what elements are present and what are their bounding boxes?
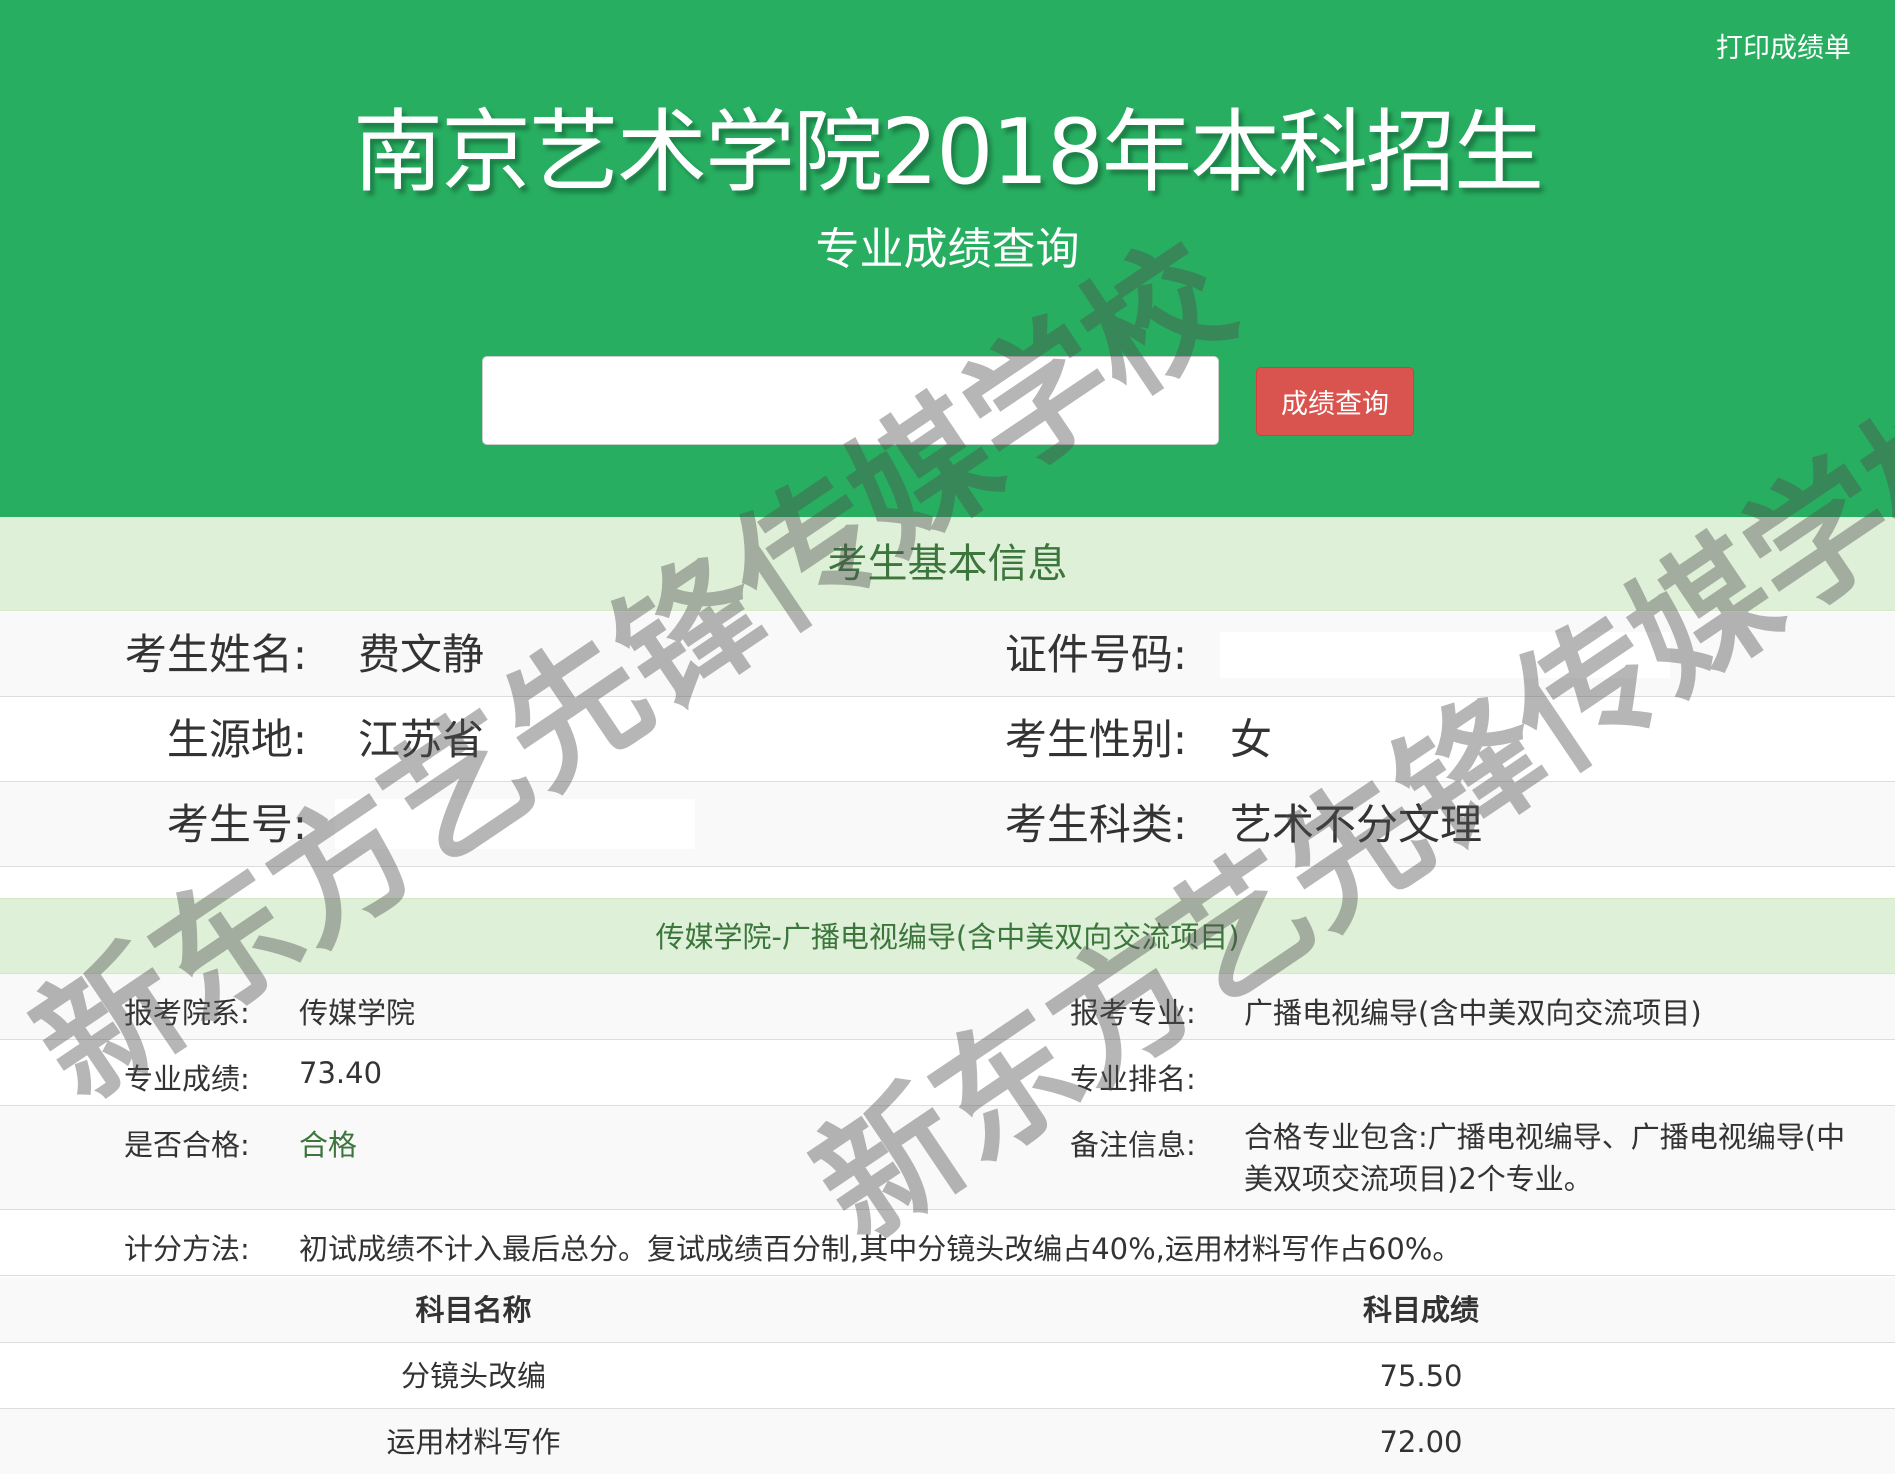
table-row: 运用材料写作 72.00 xyxy=(0,1409,1895,1474)
gender-label: 考生性别: xyxy=(1004,715,1187,764)
subject-name-header: 科目名称 xyxy=(415,1293,532,1327)
print-transcript-link[interactable]: 打印成绩单 xyxy=(1716,26,1851,65)
remark-value: 合格专业包含:广播电视编导、广播电视编导(中美双项交流项目)2个专业。 xyxy=(1244,1120,1846,1196)
origin-value: 江苏省 xyxy=(358,715,485,764)
origin-label: 生源地: xyxy=(166,715,307,764)
info-row-name: 考生姓名: 费文静 证件号码: xyxy=(0,612,1895,697)
exam-number-redaction xyxy=(335,799,695,849)
qualified-label: 是否合格: xyxy=(124,1128,250,1162)
exam-number-label: 考生号: xyxy=(166,800,307,849)
category-label: 考生科类: xyxy=(1004,800,1187,849)
basic-info-heading: 考生基本信息 xyxy=(0,517,1895,611)
header-banner: 打印成绩单 南京艺术学院2018年本科招生 专业成绩查询 成绩查询 xyxy=(0,0,1895,517)
info-row-exam-no: 考生号: 考生科类: 艺术不分文理 xyxy=(0,782,1895,867)
page-subtitle: 专业成绩查询 xyxy=(815,224,1080,275)
major-row-dept: 报考院系: 传媒学院 报考专业: 广播电视编导(含中美双向交流项目) xyxy=(0,974,1895,1040)
scoring-method-value: 初试成绩不计入最后总分。复试成绩百分制,其中分镜头改编占40%,运用材料写作占6… xyxy=(299,1232,1462,1266)
subject-score-cell: 72.00 xyxy=(1379,1425,1463,1459)
subject-name-cell: 运用材料写作 xyxy=(386,1425,561,1459)
score-query-button[interactable]: 成绩查询 xyxy=(1256,367,1414,436)
major-row-method: 计分方法: 初试成绩不计入最后总分。复试成绩百分制,其中分镜头改编占40%,运用… xyxy=(0,1210,1895,1276)
name-label: 考生姓名: xyxy=(124,630,307,679)
scoring-method-label: 计分方法: xyxy=(124,1232,250,1266)
search-input[interactable] xyxy=(482,356,1219,445)
subject-name-cell: 分镜头改编 xyxy=(400,1359,546,1393)
name-value: 费文静 xyxy=(358,630,485,679)
qualified-value: 合格 xyxy=(299,1128,358,1162)
major-rank-label: 专业排名: xyxy=(1070,1062,1196,1096)
id-number-label: 证件号码: xyxy=(1004,630,1187,679)
dept-value: 传媒学院 xyxy=(299,996,416,1030)
dept-label: 报考院系: xyxy=(124,996,250,1030)
id-number-redaction xyxy=(1220,632,1670,678)
major-score-value: 73.40 xyxy=(299,1056,383,1090)
gender-value: 女 xyxy=(1230,715,1273,764)
major-value: 广播电视编导(含中美双向交流项目) xyxy=(1244,996,1702,1030)
major-row-score: 专业成绩: 73.40 专业排名: xyxy=(0,1040,1895,1106)
remark-label: 备注信息: xyxy=(1070,1128,1196,1162)
subject-score-header: 科目成绩 xyxy=(1362,1293,1479,1327)
info-row-origin: 生源地: 江苏省 考生性别: 女 xyxy=(0,697,1895,782)
page-title: 南京艺术学院2018年本科招生 xyxy=(352,100,1544,205)
major-heading: 传媒学院-广播电视编导(含中美双向交流项目) xyxy=(0,898,1895,974)
major-score-label: 专业成绩: xyxy=(124,1062,250,1096)
table-row: 分镜头改编 75.50 xyxy=(0,1343,1895,1409)
major-label: 报考专业: xyxy=(1070,996,1196,1030)
subject-score-cell: 75.50 xyxy=(1379,1359,1463,1393)
category-value: 艺术不分文理 xyxy=(1230,800,1483,849)
scores-table-header: 科目名称 科目成绩 xyxy=(0,1277,1895,1343)
major-row-qualified: 是否合格: 合格 备注信息: 合格专业包含:广播电视编导、广播电视编导(中美双项… xyxy=(0,1106,1895,1210)
